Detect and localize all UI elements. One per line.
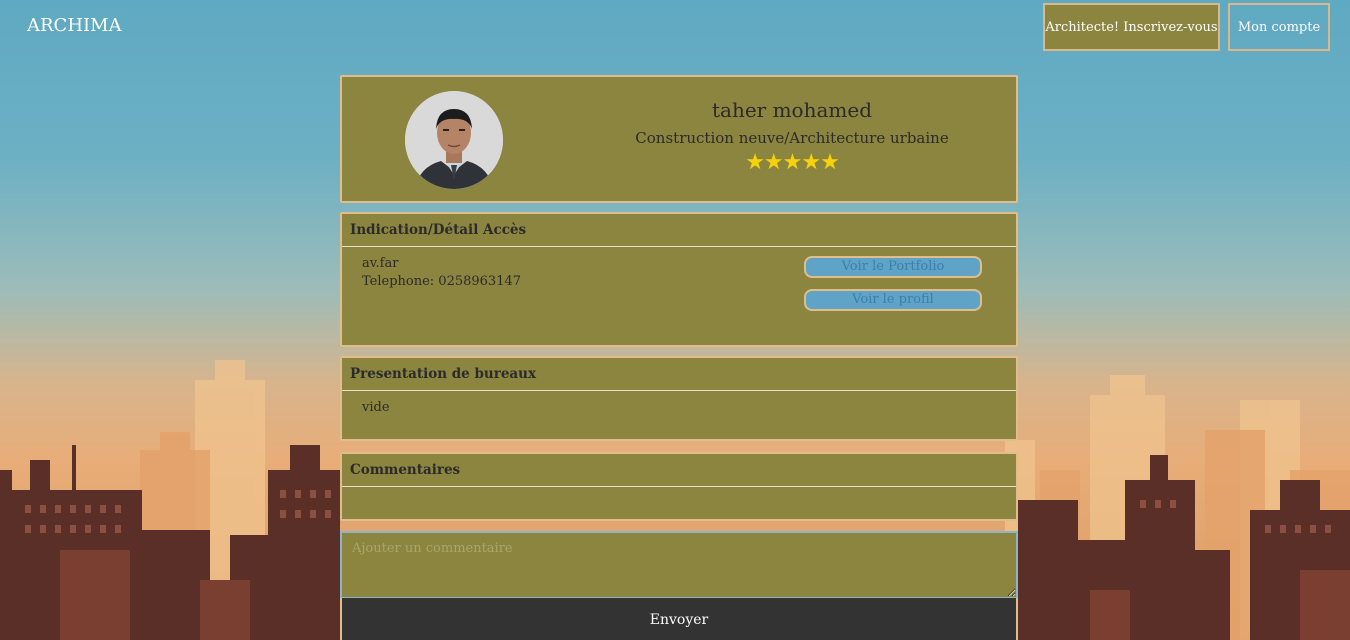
comments-panel: Commentaires xyxy=(340,452,1018,521)
view-portfolio-button[interactable]: Voir le Portfolio xyxy=(804,256,982,278)
office-presentation-content: vide xyxy=(362,400,390,415)
architect-avatar xyxy=(405,91,503,189)
comment-input[interactable] xyxy=(340,531,1018,599)
comments-list xyxy=(342,487,1016,503)
view-profile-button[interactable]: Voir le profil xyxy=(804,289,982,311)
architect-profile-card: taher mohamed Construction neuve/Archite… xyxy=(340,75,1018,203)
access-details-panel: Indication/Détail Accès av.far Telephone… xyxy=(340,212,1018,347)
office-presentation-panel: Presentation de bureaux vide xyxy=(340,356,1018,441)
architect-name: taher mohamed xyxy=(711,98,872,122)
comments-title: Commentaires xyxy=(342,454,1016,487)
architect-specialty: Construction neuve/Architecture urbaine xyxy=(635,129,949,147)
avatar-portrait-icon xyxy=(405,91,503,189)
access-details-title: Indication/Détail Accès xyxy=(342,214,1016,247)
office-presentation-title: Presentation de bureaux xyxy=(342,358,1016,391)
brand-logo-link[interactable]: ARCHIMA xyxy=(27,15,122,36)
my-account-button[interactable]: Mon compte xyxy=(1228,3,1330,51)
rating-stars: ★★★★★ xyxy=(745,150,840,175)
send-comment-button[interactable]: Envoyer xyxy=(340,598,1018,640)
architect-register-button[interactable]: Architecte! Inscrivez-vous xyxy=(1043,3,1220,51)
